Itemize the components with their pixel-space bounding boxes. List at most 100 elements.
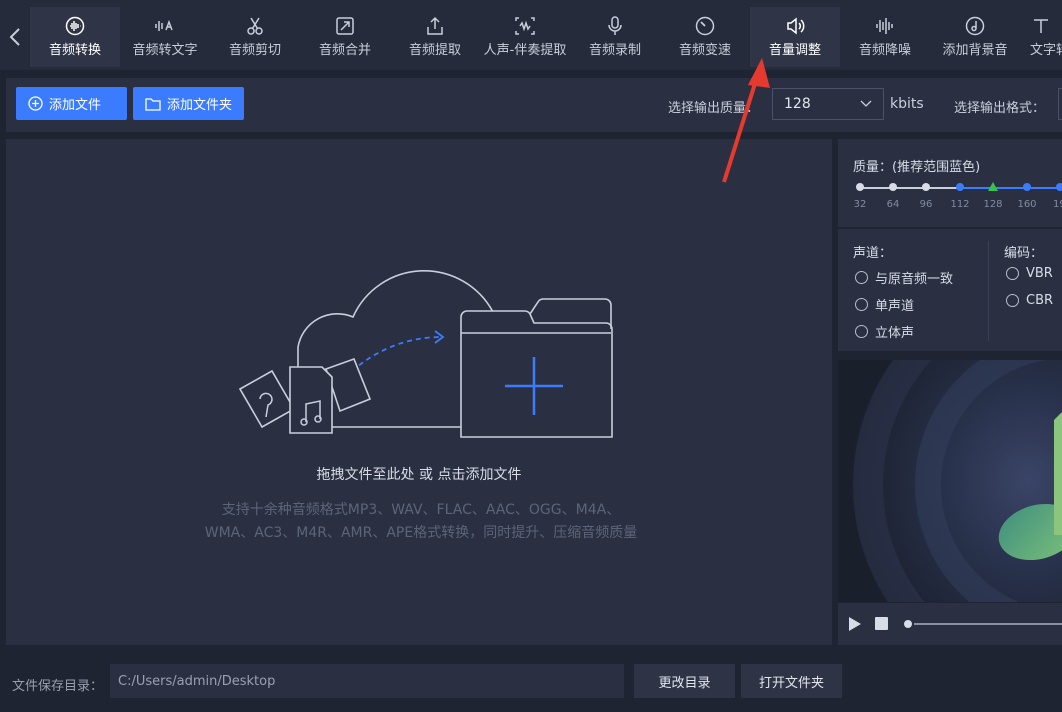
tab-label: 文字转 [1030, 43, 1062, 58]
channel-option-stereo[interactable]: 立体声 [855, 322, 914, 341]
quality-title: 质量：(推荐范围蓝色) [853, 160, 981, 175]
quality-tick[interactable] [956, 183, 964, 191]
radio-icon [1006, 294, 1019, 307]
radio-icon [855, 271, 868, 284]
drop-desc-line: 支持十余种音频格式MP3、WAV、FLAC、AAC、OGG、M4A、 [221, 502, 621, 518]
quality-tick[interactable] [1056, 183, 1062, 191]
radio-label: 立体声 [875, 326, 915, 341]
tab-audio-extract[interactable]: 音频提取 [390, 7, 480, 67]
chevron-left-icon [9, 28, 20, 46]
tab-label: 音频合并 [318, 43, 371, 58]
audio-to-text-icon [154, 16, 176, 36]
channel-encoding-panel: 声道： 与原音频一致 单声道 立体声 编码： VBR CBR [838, 229, 1062, 351]
tab-noise-reduction[interactable]: 音频降噪 [840, 7, 930, 67]
radio-icon [855, 325, 868, 338]
quality-tick-label: 128 [983, 199, 1003, 210]
quality-tick[interactable] [889, 183, 897, 191]
music-note-artwork-icon [838, 360, 1062, 602]
tab-background-music[interactable]: 添加背景音 [930, 7, 1020, 67]
microphone-icon [604, 16, 626, 36]
channel-option-mono[interactable]: 单声道 [855, 295, 914, 314]
top-nav: 音频转换 音频转文字 音频剪切 音频合并 音频提取 人声-伴奏提取 音频录制 音… [0, 0, 1062, 70]
scissors-icon [244, 16, 266, 36]
tab-label: 人声-伴奏提取 [483, 43, 567, 58]
radio-label: 与原音频一致 [875, 272, 954, 287]
quality-tick[interactable] [856, 183, 864, 191]
open-folder-button[interactable]: 打开文件夹 [741, 664, 842, 698]
back-button[interactable] [0, 7, 30, 67]
tab-voice-separation[interactable]: 人声-伴奏提取 [480, 7, 570, 67]
quality-tick[interactable] [1023, 183, 1031, 191]
format-label: 选择输出格式： [954, 101, 1046, 116]
chevron-down-icon [860, 100, 872, 107]
playback-progress-track[interactable] [908, 623, 1062, 625]
encoding-title: 编码： [1004, 246, 1044, 261]
tab-label: 音频录制 [588, 43, 641, 58]
save-path-field[interactable]: C:/Users/admin/Desktop [110, 664, 624, 698]
tab-label: 音频转文字 [132, 43, 198, 58]
play-icon[interactable] [848, 616, 862, 632]
quality-tick[interactable] [922, 183, 930, 191]
quality-tick-label: 112 [950, 199, 970, 210]
channel-option-original[interactable]: 与原音频一致 [855, 268, 953, 287]
tab-text-to-audio[interactable]: 文字转 [1020, 7, 1062, 67]
merge-icon [334, 16, 356, 36]
drop-title: 拖拽文件至此处 或 点击添加文件 [316, 467, 522, 483]
music-disc-icon [964, 16, 986, 36]
tab-audio-speed[interactable]: 音频变速 [660, 7, 750, 67]
audio-preview [838, 360, 1062, 602]
format-select[interactable] [1058, 88, 1062, 120]
save-dir-label: 文件保存目录： [12, 679, 104, 694]
playback-progress-handle[interactable] [902, 618, 914, 630]
equalizer-icon [874, 16, 896, 36]
plus-circle-icon [28, 96, 43, 111]
quality-tick-label: 64 [886, 199, 900, 210]
voice-separation-icon [514, 16, 536, 36]
tab-label: 音频降噪 [858, 43, 911, 58]
tab-volume-adjust[interactable]: 音量调整 [750, 7, 840, 67]
encoding-option-vbr[interactable]: VBR [1006, 266, 1053, 281]
tab-audio-merge[interactable]: 音频合并 [300, 7, 390, 67]
quality-label: 选择输出质量： [668, 101, 760, 116]
radio-label: VBR [1026, 266, 1053, 281]
quality-selected-marker-icon[interactable] [988, 182, 998, 191]
export-icon [424, 16, 446, 36]
quality-select[interactable]: 128 [772, 88, 884, 120]
tab-audio-cut[interactable]: 音频剪切 [210, 7, 300, 67]
tab-label: 添加背景音 [942, 43, 1008, 58]
quality-tick-label: 32 [853, 199, 867, 210]
add-folder-button[interactable]: 添加文件夹 [133, 87, 244, 120]
tab-label: 音频剪切 [228, 43, 281, 58]
add-file-label: 添加文件 [49, 98, 102, 113]
volume-icon [784, 16, 806, 36]
stop-icon[interactable] [875, 617, 888, 630]
text-to-audio-icon [1030, 16, 1052, 36]
waveform-circle-icon [64, 16, 86, 36]
drop-illustration-icon [238, 270, 613, 438]
tab-label: 音量调整 [768, 43, 821, 58]
folder-icon [145, 97, 161, 111]
add-folder-label: 添加文件夹 [167, 98, 233, 113]
drop-description: 支持十余种音频格式MP3、WAV、FLAC、AAC、OGG、M4A、 WMA、A… [6, 499, 836, 545]
quality-tick-label: 96 [919, 199, 933, 210]
quality-recommended-range [960, 187, 1062, 189]
radio-icon [855, 298, 868, 311]
divider [988, 241, 989, 341]
quality-tick-label: 19 [1053, 199, 1062, 210]
tab-audio-record[interactable]: 音频录制 [570, 7, 660, 67]
change-directory-button[interactable]: 更改目录 [634, 664, 735, 698]
channel-title: 声道： [853, 246, 893, 261]
drop-desc-line: WMA、AC3、M4R、AMR、APE格式转换，同时提升、压缩音频质量 [204, 525, 638, 541]
quality-unit: kbits [890, 96, 924, 112]
toolbar: 添加文件 添加文件夹 选择输出质量： 128 kbits 选择输出格式： [6, 78, 1062, 132]
encoding-option-cbr[interactable]: CBR [1006, 293, 1053, 308]
add-file-button[interactable]: 添加文件 [16, 87, 127, 120]
file-drop-area[interactable]: 拖拽文件至此处 或 点击添加文件 支持十余种音频格式MP3、WAV、FLAC、A… [6, 139, 832, 645]
speedometer-icon [694, 16, 716, 36]
tab-label: 音频转换 [48, 43, 101, 58]
tab-audio-convert[interactable]: 音频转换 [30, 7, 120, 67]
quality-panel: 质量：(推荐范围蓝色) 32 64 96 112 128 160 19 [838, 139, 1062, 227]
audio-player [838, 603, 1062, 645]
tab-audio-to-text[interactable]: 音频转文字 [120, 7, 210, 67]
tab-label: 音频变速 [678, 43, 731, 58]
